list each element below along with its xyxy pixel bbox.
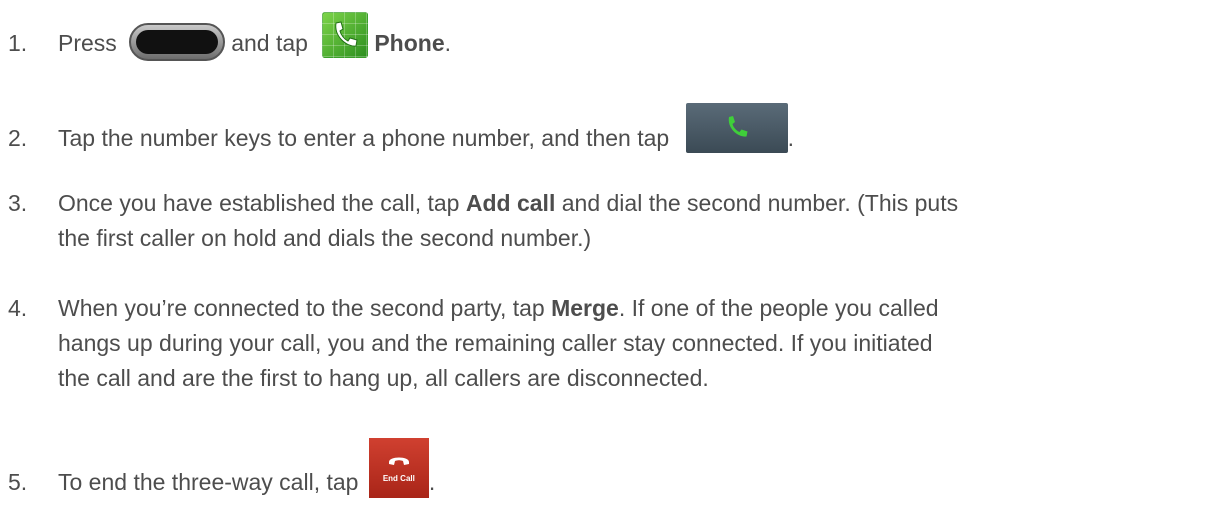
step-1: 1. Press and tap Phone. (8, 12, 1198, 68)
add-call-label: Add call (465, 190, 556, 216)
step-4: 4. When you’re connected to the second pa… (8, 291, 1198, 396)
merge-label: Merge (551, 295, 619, 321)
end-call-label: End Call (382, 474, 415, 483)
end-call-icon: End Call (368, 438, 429, 498)
home-key-icon (129, 23, 226, 61)
step-number: 2. (8, 125, 28, 152)
step-text: Once you have established the call, tap … (58, 190, 959, 216)
step-5: 5. To end the three-way call, tap End Cal… (8, 438, 1198, 514)
step-text-continued: the first caller on hold and dials the s… (58, 225, 592, 251)
step-text-continued: hangs up during your call, you and the r… (58, 330, 933, 356)
dial-key-icon (685, 103, 788, 153)
phone-app-icon (322, 12, 369, 58)
step-number: 5. (8, 469, 28, 496)
step-text: Press and tap Phone. (58, 12, 451, 61)
step-3: 3. Once you have established the call, ta… (8, 186, 1198, 256)
step-text: To end the three-way call, tap End Call. (58, 438, 435, 498)
step-number: 3. (8, 190, 28, 216)
step-number: 1. (8, 30, 28, 57)
step-text: Tap the number keys to enter a phone num… (58, 103, 794, 153)
step-text: When you’re connected to the second part… (58, 295, 939, 321)
step-number: 4. (8, 295, 28, 321)
step-text-continued: the call and are the first to hang up, a… (58, 365, 709, 391)
step-2: 2. Tap the number keys to enter a phone n… (8, 103, 1198, 165)
phone-label: Phone (374, 30, 445, 57)
